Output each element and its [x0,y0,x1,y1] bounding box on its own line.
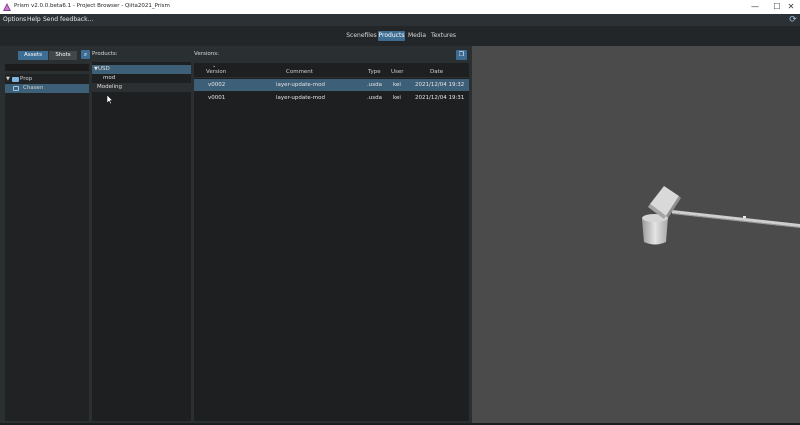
cell-version: v0001 [208,95,226,101]
cell-user: kei [393,95,401,101]
product-label: mod [103,75,116,81]
asset-tree: ▼ Prop Chasen [5,74,89,421]
menu-options[interactable]: Options [3,16,26,23]
tree-item-prop[interactable]: ▼ Prop [5,75,89,84]
window-title: Prism v2.0.0.beta6.1 - Project Browser -… [14,3,170,9]
close-button[interactable]: ✕ [782,1,800,13]
column-header-user[interactable]: User [391,69,404,75]
tree-item-label: Chasen [23,85,44,91]
3d-model-chasen [642,186,800,245]
asset-icon [13,86,19,91]
assets-panel: Assets Shots ⌕ ▼ Prop Chasen [3,48,90,421]
column-header-date[interactable]: Date [430,69,443,75]
expand-arrow-icon[interactable]: ▼ [6,75,10,84]
cell-type: .usda [367,82,382,88]
tab-products[interactable]: Products [378,31,405,41]
cell-version: v0002 [208,82,226,88]
product-item-mod[interactable]: mod [92,74,191,83]
product-label: Modeling [97,84,123,90]
tree-item-label: Prop [20,76,33,82]
cell-comment: layer-update-mod [276,82,326,88]
versions-table: ⌄ Version Comment Type User Date v0002 l… [194,63,469,421]
cell-date: 2021/12/04 19:31 [415,95,465,101]
versions-label: Versions: [194,51,219,57]
cell-comment: layer-update-mod [276,95,326,101]
menu-bar: Options Help Send feedback... ⟳ [0,14,800,26]
cell-type: .usda [367,95,382,101]
copy-path-icon[interactable]: ❐ [456,50,467,60]
minimize-button[interactable]: — [746,1,764,13]
folder-icon [12,77,19,82]
tab-media[interactable]: Media [407,31,427,41]
refresh-icon[interactable]: ⟳ [788,15,798,25]
column-header-comment[interactable]: Comment [286,69,313,75]
products-panel: Products: ▼ USD mod Modeling [91,48,191,421]
table-row[interactable]: v0001 layer-update-mod .usda kei 2021/12… [194,92,469,104]
versions-table-header: ⌄ Version Comment Type User Date [194,63,469,78]
prism-logo-icon [3,3,11,11]
product-group-usd[interactable]: ▼ USD [92,65,191,74]
menu-help[interactable]: Help [27,16,41,23]
product-label: USD [98,66,110,72]
tab-shots[interactable]: Shots [49,51,77,60]
tree-item-chasen[interactable]: Chasen [5,84,89,93]
tab-scenefiles[interactable]: Scenefiles [346,31,377,41]
tab-textures[interactable]: Textures [429,31,458,41]
cell-user: kei [393,82,401,88]
tab-assets[interactable]: Assets [18,51,48,60]
product-item-modeling[interactable]: Modeling [92,83,191,92]
cell-date: 2021/12/04 19:32 [415,82,465,88]
asset-filter-input[interactable] [5,64,89,71]
mouse-cursor-icon [107,95,113,104]
products-label: Products: [92,51,118,57]
menu-send-feedback[interactable]: Send feedback... [43,16,93,23]
column-header-type[interactable]: Type [368,69,381,75]
versions-panel: Versions: ❐ ⌄ Version Comment Type User … [192,48,470,421]
column-header-version[interactable]: Version [206,69,226,75]
window-titlebar: Prism v2.0.0.beta6.1 - Project Browser -… [0,0,800,14]
search-icon[interactable]: ⌕ [81,50,90,59]
table-row[interactable]: v0002 layer-update-mod .usda kei 2021/12… [194,79,469,91]
products-tree: ▼ USD mod Modeling [92,62,191,421]
main-area: Assets Shots ⌕ ▼ Prop Chasen Products: ▼… [0,46,800,423]
3d-viewport[interactable] [472,46,800,423]
browser-tabs: Scenefiles Products Media Textures [0,26,800,46]
